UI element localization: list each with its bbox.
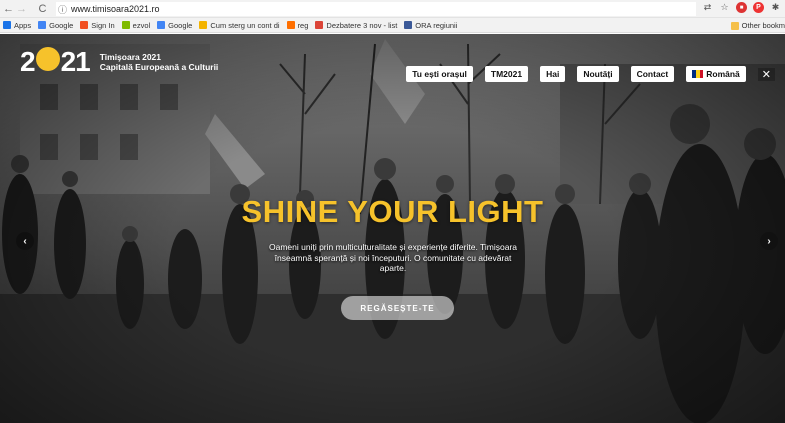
bookmark-item[interactable]: Google — [38, 21, 73, 30]
logo-line-1: Timişoara 2021 — [99, 52, 162, 62]
info-icon[interactable]: ⓘ — [58, 3, 67, 16]
nav-hai[interactable]: Hai — [540, 66, 566, 82]
gmail-icon — [315, 21, 324, 29]
google-g-icon — [38, 21, 47, 29]
other-bookmarks[interactable]: Other bookm — [730, 21, 785, 30]
hero-subtitle: Oameni uniți prin multiculturalitate și … — [268, 242, 518, 273]
romania-flag-icon — [692, 70, 704, 78]
slider-prev-button[interactable]: ‹ — [16, 232, 34, 250]
bookmark-label: Google — [49, 20, 74, 30]
nav-tm2021[interactable]: TM2021 — [484, 66, 529, 82]
bookmark-item[interactable]: ezvol — [121, 20, 151, 30]
other-bookmarks-label: Other bookm — [741, 21, 785, 30]
bookmark-item[interactable]: Cum sterg un cont di — [199, 20, 280, 30]
browser-toolbar: ← → C ⓘ www.timisoara2021.ro ⇄ ☆ ■ P ✱ — [0, 0, 785, 18]
forward-icon[interactable]: → — [15, 2, 28, 16]
cta-button[interactable]: REGĂSEȘTE-TE — [341, 296, 454, 320]
logo-line-2: Capitală Europeană a Culturii — [99, 62, 219, 72]
facebook-icon — [404, 21, 413, 29]
hero-section: 2 21 Timişoara 2021 Capitală Europeană a… — [0, 34, 785, 423]
logo-tagline: Timişoara 2021 Capitală Europeană a Cult… — [100, 52, 219, 72]
language-selector[interactable]: Română — [686, 66, 746, 82]
nav-noutati[interactable]: Noutăți — [577, 66, 619, 82]
bookmark-item[interactable]: Google — [157, 21, 192, 30]
bookmark-item[interactable]: Dezbatere 3 nov - list — [315, 21, 397, 30]
bookmark-label: Dezbatere 3 nov - list — [326, 20, 398, 30]
bookmark-label: Apps — [14, 20, 32, 30]
bookmark-label: ezvol — [132, 20, 151, 30]
bookmark-label: Cum sterg un cont di — [210, 20, 280, 30]
back-icon[interactable]: ← — [2, 2, 15, 16]
bookmark-label: Sign In — [91, 20, 115, 30]
bookmark-icon — [286, 21, 295, 29]
bookmark-item[interactable]: Sign In — [80, 20, 115, 30]
hero-headline: SHINE YOUR LIGHT — [241, 194, 544, 229]
language-label: Română — [706, 69, 740, 79]
apps-grid-icon — [3, 21, 11, 29]
chat-icon — [199, 21, 208, 29]
url-text: www.timisoara2021.ro — [71, 4, 160, 14]
adblock-icon[interactable]: ■ — [736, 2, 747, 13]
bookmarks-bar: Apps Google Sign In ezvol Google Cum sterg un… — [0, 18, 785, 33]
star-icon[interactable]: ☆ — [719, 2, 730, 13]
logo-number-right: 21 — [60, 46, 91, 77]
bookmark-label: ORA regiunii — [415, 20, 458, 30]
nav-tu-esti-orasul[interactable]: Tu ești orașul — [406, 66, 473, 82]
address-bar[interactable]: ⓘ www.timisoara2021.ro — [56, 2, 696, 16]
extension-icons: ⇄ ☆ ■ P ✱ — [702, 2, 781, 13]
slider-next-button[interactable]: › — [760, 232, 778, 250]
logo-number-left: 2 — [20, 46, 36, 77]
nav-contact[interactable]: Contact — [630, 66, 675, 82]
main-nav: Tu ești orașul TM2021 Hai Noutăți Contac… — [406, 66, 775, 82]
close-icon[interactable]: ✕ — [757, 67, 775, 81]
chevron-left-icon: ‹ — [23, 235, 27, 247]
translate-icon[interactable]: ⇄ — [702, 2, 713, 13]
bookmark-label: Google — [168, 20, 193, 30]
folder-icon — [730, 21, 739, 30]
pinterest-icon[interactable]: P — [753, 2, 764, 13]
microsoft-icon — [121, 21, 130, 29]
chevron-right-icon: › — [767, 235, 771, 247]
bookmark-item[interactable]: reg — [286, 20, 309, 30]
site-logo[interactable]: 2 21 Timişoara 2021 Capitală Europeană a… — [20, 47, 218, 77]
logo-sun-icon — [35, 47, 60, 71]
bookmark-item[interactable]: Apps — [3, 21, 31, 30]
microsoft-icon — [80, 21, 89, 29]
extension-icon[interactable]: ✱ — [770, 2, 781, 13]
bookmark-item[interactable]: ORA regiunii — [404, 21, 457, 30]
google-g-icon — [157, 21, 166, 29]
reload-icon[interactable]: C — [36, 2, 49, 16]
bookmark-label: reg — [297, 20, 309, 30]
